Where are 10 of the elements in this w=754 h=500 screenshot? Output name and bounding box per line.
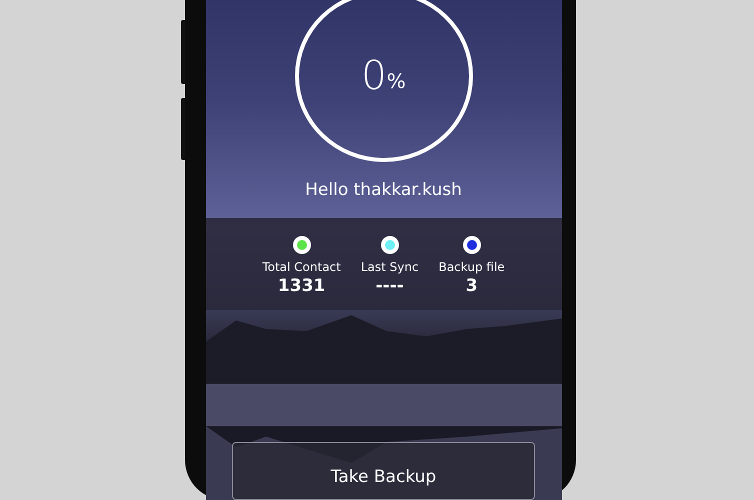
- stat-label: Last Sync: [360, 260, 419, 274]
- greeting-text: Hello thakkar.kush: [305, 180, 462, 200]
- stat-value: ----: [376, 276, 404, 296]
- stat-label: Backup file: [438, 260, 505, 274]
- take-backup-button[interactable]: Take Backup: [232, 442, 535, 500]
- progress-value: 0: [361, 52, 387, 99]
- stat-value: 1331: [278, 276, 326, 296]
- stat-value: 3: [466, 276, 478, 296]
- stat-label: Total Contact: [262, 260, 341, 274]
- progress-unit: %: [386, 68, 406, 93]
